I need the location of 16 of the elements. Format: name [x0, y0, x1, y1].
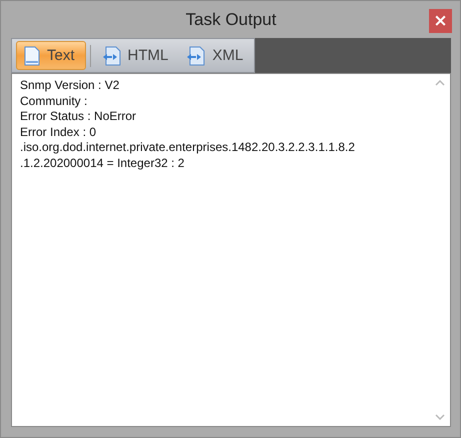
scroll-down-icon[interactable]: [435, 414, 445, 420]
tab[interactable]: Text: [16, 41, 86, 70]
scroll-up-icon[interactable]: [435, 80, 445, 86]
output-line: Error Index : 0: [20, 124, 98, 140]
window-title: Task Output: [186, 10, 276, 30]
tab[interactable]: HTML: [94, 41, 176, 70]
document-arrow-icon: [186, 46, 206, 66]
output-line: Community :: [20, 94, 88, 110]
output-line: Snmp Version : V2: [20, 78, 120, 94]
output-line: .1.2.202000014 = Integer32 : 2: [20, 156, 186, 172]
document-icon: [23, 46, 41, 66]
document-arrow-icon: [102, 46, 122, 66]
close-button[interactable]: ×: [429, 9, 452, 33]
tab[interactable]: XML: [179, 41, 250, 70]
output-line: Error Status : NoError: [20, 109, 138, 125]
output-line: .iso.org.dod.internet.private.enterprises.1482.20.3.2.2.3.1.1.8.2: [20, 140, 356, 156]
